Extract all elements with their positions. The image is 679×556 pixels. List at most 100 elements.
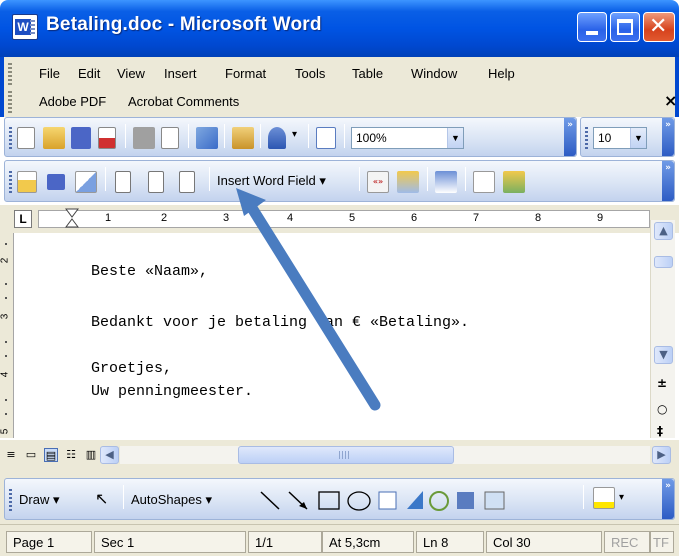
- autoshapes-menu-button[interactable]: AutoShapes ▾: [131, 492, 212, 508]
- scroll-right-button[interactable]: ▶: [652, 446, 671, 464]
- standard-toolbar-options-chevron[interactable]: »: [564, 118, 576, 156]
- menu-adobe-pdf[interactable]: Adobe PDF: [39, 94, 106, 109]
- next-page-button[interactable]: ‡: [657, 424, 663, 438]
- merge-to-document-icon[interactable]: [503, 171, 525, 193]
- scroll-thumb[interactable]: [654, 256, 673, 268]
- status-record-macro[interactable]: REC: [604, 531, 650, 553]
- mail-merge-toolbar-options-chevron[interactable]: »: [662, 161, 674, 201]
- status-section[interactable]: Sec 1: [94, 531, 246, 553]
- ruler-number-9: 9: [597, 212, 604, 224]
- zoom-combo[interactable]: 100% ▼: [351, 127, 464, 149]
- horizontal-scrollbar[interactable]: [120, 446, 650, 464]
- document-line-greeting[interactable]: Beste «Naam»,: [91, 263, 208, 280]
- vertical-ruler-number-5: 5: [0, 428, 11, 435]
- print-icon[interactable]: [133, 127, 155, 149]
- select-browse-object-button[interactable]: ○: [657, 402, 667, 416]
- font-size-dropdown-arrow[interactable]: ▼: [630, 128, 646, 148]
- undo-dropdown-arrow[interactable]: ▾: [292, 129, 297, 140]
- status-line[interactable]: Ln 8: [416, 531, 484, 553]
- paste-icon[interactable]: [232, 127, 254, 149]
- indent-marker-icon[interactable]: [65, 208, 79, 230]
- zoom-dropdown-arrow[interactable]: ▼: [447, 128, 463, 148]
- draw-menu-button[interactable]: Draw ▾: [19, 492, 59, 508]
- print-preview-icon[interactable]: [161, 127, 179, 149]
- reading-layout-view-button[interactable]: ▥: [84, 448, 98, 462]
- status-track-changes[interactable]: TF: [650, 531, 674, 553]
- menu-insert[interactable]: Insert: [164, 66, 197, 81]
- fill-color-dropdown-arrow[interactable]: ▾: [619, 492, 624, 503]
- toolbar-separator-3: [224, 124, 225, 148]
- spelling-grammar-icon[interactable]: [196, 127, 218, 149]
- insert-word-field-button[interactable]: Insert Word Field ▾: [217, 173, 326, 189]
- propagate-labels-icon[interactable]: [473, 171, 495, 193]
- menu-file[interactable]: File: [39, 66, 60, 81]
- normal-view-button[interactable]: ≡: [4, 448, 18, 462]
- drawing-toolbar-options-chevron[interactable]: »: [662, 479, 674, 519]
- document-line-closing[interactable]: Groetjes,: [91, 360, 172, 377]
- new-document-icon[interactable]: [17, 127, 35, 149]
- insert-table-icon[interactable]: [316, 127, 336, 149]
- select-objects-icon[interactable]: ↖: [95, 489, 108, 509]
- open-data-source-icon[interactable]: [47, 174, 65, 190]
- recipients-icon[interactable]: [75, 171, 97, 193]
- open-folder-icon[interactable]: [43, 127, 65, 149]
- scroll-down-button[interactable]: ▼: [654, 346, 673, 364]
- document-area[interactable]: Beste «Naam», Bedankt voor je betaling v…: [15, 233, 649, 438]
- close-button[interactable]: ✕: [643, 12, 675, 42]
- font-size-combo[interactable]: 10 ▼: [593, 127, 647, 149]
- status-column[interactable]: Col 30: [486, 531, 602, 553]
- document-line-thanks[interactable]: Bedankt voor je betaling van € «Betaling…: [91, 314, 469, 331]
- maximize-button[interactable]: [610, 12, 640, 42]
- scroll-left-button[interactable]: ◀: [100, 446, 119, 464]
- previous-page-button[interactable]: ±: [657, 376, 667, 390]
- save-icon[interactable]: [71, 127, 91, 149]
- menu-edit[interactable]: Edit: [78, 66, 100, 81]
- print-layout-view-button[interactable]: ▤: [44, 448, 58, 462]
- scroll-up-button[interactable]: ▲: [654, 222, 673, 240]
- fill-color-icon[interactable]: [593, 487, 615, 509]
- menu-table[interactable]: Table: [352, 66, 383, 81]
- status-position-at[interactable]: At 5,3cm: [322, 531, 414, 553]
- insert-merge-fields-icon[interactable]: [179, 171, 195, 193]
- web-layout-view-button[interactable]: ▭: [24, 448, 38, 462]
- menu-window[interactable]: Window: [411, 66, 457, 81]
- horizontal-scroll-thumb[interactable]: [238, 446, 454, 464]
- drawing-grip-handle[interactable]: [9, 489, 12, 511]
- horizontal-ruler[interactable]: 1 2 3 4 5 6 7 8 9: [38, 208, 650, 230]
- word-app-icon[interactable]: W: [12, 14, 38, 40]
- match-fields-icon[interactable]: [435, 171, 457, 193]
- menu-grip-handle[interactable]: [8, 63, 12, 85]
- drawing-separator-2: [583, 485, 584, 509]
- highlight-merge-fields-icon[interactable]: [397, 171, 419, 193]
- outline-view-button[interactable]: ☷: [64, 448, 78, 462]
- menu-format[interactable]: Format: [225, 66, 266, 81]
- toolbar-grip-handle[interactable]: [9, 127, 12, 149]
- status-page[interactable]: Page 1: [6, 531, 92, 553]
- title-bar[interactable]: W Betaling.doc - Microsoft Word ✕: [0, 0, 679, 57]
- formatting-toolbar-options-chevron[interactable]: »: [662, 118, 674, 156]
- vertical-ruler[interactable]: 2 3 4 5: [0, 233, 14, 438]
- mail-merge-separator-3: [359, 167, 360, 191]
- insert-address-block-icon[interactable]: [115, 171, 131, 193]
- permission-icon[interactable]: [98, 127, 116, 149]
- formatting-grip-handle[interactable]: [585, 127, 588, 149]
- standard-toolbar: ▾ 100% ▼ »: [4, 117, 577, 157]
- menu-tools[interactable]: Tools: [295, 66, 325, 81]
- main-document-setup-icon[interactable]: [17, 171, 37, 193]
- minimize-button[interactable]: [577, 12, 607, 42]
- mail-merge-grip-handle[interactable]: [9, 171, 12, 193]
- close-document-button[interactable]: ×: [664, 91, 677, 110]
- menu-view[interactable]: View: [117, 66, 145, 81]
- status-page-count[interactable]: 1/1: [248, 531, 322, 553]
- vertical-scrollbar[interactable]: ▲ ▼ ± ○ ‡: [650, 220, 675, 438]
- maximize-icon: [617, 19, 633, 35]
- tab-selector-button[interactable]: L: [14, 210, 32, 228]
- menu-help[interactable]: Help: [488, 66, 515, 81]
- document-line-signature[interactable]: Uw penningmeester.: [91, 383, 253, 400]
- insert-greeting-line-icon[interactable]: [148, 171, 164, 193]
- menu-acrobat-comments[interactable]: Acrobat Comments: [128, 94, 239, 109]
- undo-icon[interactable]: [268, 127, 286, 149]
- menu-grip-handle-2[interactable]: [8, 91, 12, 113]
- view-merged-data-icon[interactable]: «»: [367, 171, 389, 193]
- mail-merge-separator-2: [209, 167, 210, 191]
